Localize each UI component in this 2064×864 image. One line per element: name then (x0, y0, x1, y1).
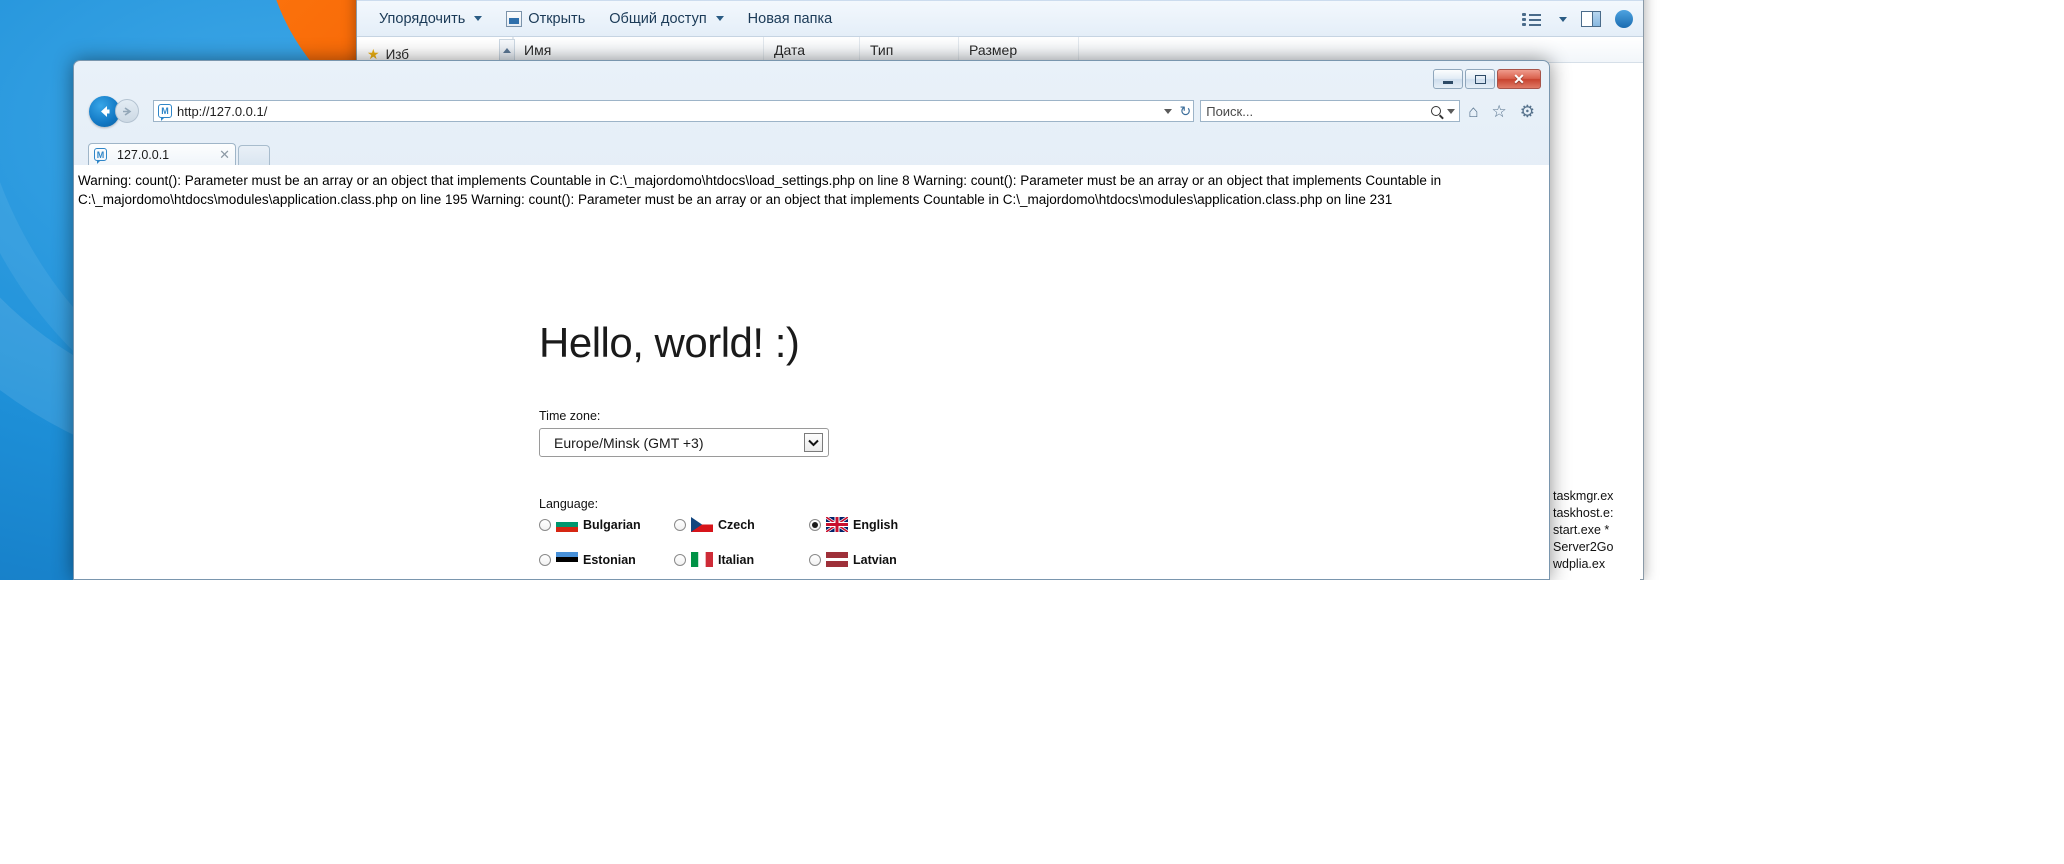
refresh-icon[interactable]: ↻ (1179, 103, 1191, 120)
explorer-share-label: Общий доступ (609, 10, 707, 27)
flag-bulgaria-icon (556, 517, 578, 532)
search-dropdown-icon[interactable] (1447, 108, 1456, 114)
language-name-czech: Czech (718, 517, 755, 532)
language-name-english: English (853, 517, 899, 532)
language-name-estonian: Estonian (583, 552, 636, 567)
tab-title: 127.0.0.1 (117, 147, 170, 162)
minimize-button[interactable] (1433, 69, 1463, 89)
help-icon[interactable] (1615, 10, 1633, 28)
close-icon: ✕ (1513, 71, 1525, 87)
settings-form: Hello, world! :) Time zone: Europe/Minsk… (74, 319, 1549, 567)
settings-gear-icon[interactable]: ⚙ (1520, 103, 1535, 120)
browser-toolbar-icons: ⌂ ☆ ⚙ (1468, 103, 1535, 120)
process-row[interactable]: start.exe * (1553, 522, 1640, 539)
process-row[interactable]: Server2Go (1553, 539, 1640, 556)
flag-estonia-icon (556, 552, 578, 567)
search-placeholder: Поиск... (1206, 103, 1254, 119)
close-button[interactable]: ✕ (1497, 69, 1541, 89)
process-row[interactable]: taskhost.e: (1553, 505, 1640, 522)
language-label: Language: (539, 497, 599, 511)
forward-button[interactable] (115, 99, 139, 123)
chevron-down-icon (715, 16, 724, 21)
language-option-estonian[interactable]: Estonian (539, 552, 674, 567)
explorer-open-label: Открыть (528, 10, 586, 27)
browser-tab[interactable]: M 127.0.0.1 ✕ (88, 143, 236, 165)
browser-tab-bar: M 127.0.0.1 ✕ (74, 139, 1549, 165)
address-dropdown-icon[interactable] (1164, 108, 1173, 114)
chevron-down-icon[interactable] (1559, 16, 1567, 22)
explorer-open-button[interactable]: Открыть (494, 7, 597, 31)
arrow-right-icon (122, 106, 131, 116)
search-input[interactable]: Поиск... (1200, 100, 1461, 122)
screenshot-blank-area (0, 580, 2064, 864)
radio-bulgarian[interactable] (539, 518, 551, 531)
process-list-panel[interactable]: taskmgr.ex taskhost.e: start.exe * Serve… (1548, 488, 1640, 580)
open-file-icon (506, 10, 523, 27)
column-header-type[interactable]: Тип (860, 36, 959, 63)
maximize-button[interactable] (1465, 69, 1495, 89)
radio-czech[interactable] (674, 518, 686, 531)
language-option-latvian[interactable]: Latvian (809, 552, 944, 567)
php-warning-text: Warning: count(): Parameter must be an a… (78, 173, 1442, 207)
column-header-date[interactable]: Дата изменения (764, 36, 860, 84)
radio-latvian[interactable] (809, 553, 821, 566)
maximize-icon (1474, 74, 1486, 84)
explorer-organize-label: Упорядочить (379, 10, 466, 27)
list-view-icon[interactable] (1522, 12, 1542, 26)
search-icon[interactable] (1431, 106, 1442, 116)
flag-czech-icon (691, 517, 713, 532)
site-favicon-icon: M (158, 104, 172, 121)
minimize-icon (1443, 80, 1453, 84)
language-option-english[interactable]: English (809, 517, 944, 532)
column-header-size[interactable]: Размер (959, 36, 1079, 63)
radio-english[interactable] (809, 518, 821, 531)
explorer-toolbar-right (1522, 1, 1633, 37)
flag-uk-icon (826, 517, 848, 532)
process-row[interactable]: taskmgr.ex (1553, 488, 1640, 505)
column-header-name[interactable]: Имя (514, 36, 764, 63)
explorer-new-folder-button[interactable]: Новая папка (736, 7, 845, 31)
language-option-italian[interactable]: Italian (674, 552, 809, 567)
timezone-label: Time zone: (539, 409, 601, 423)
chevron-down-icon (804, 433, 823, 452)
explorer-organize-button[interactable]: Упорядочить (367, 7, 494, 31)
arrow-left-icon (101, 105, 110, 117)
language-name-latvian: Latvian (853, 552, 897, 567)
radio-estonian[interactable] (539, 553, 551, 566)
language-name-italian: Italian (718, 552, 755, 567)
radio-italian[interactable] (674, 553, 686, 566)
chevron-down-icon (474, 16, 483, 21)
page-content: Warning: count(): Parameter must be an a… (74, 165, 1549, 579)
timezone-select[interactable]: Europe/Minsk (GMT +3) (539, 428, 829, 457)
window-controls: ✕ (1433, 69, 1541, 89)
process-row[interactable]: wdplia.ex (1553, 556, 1640, 573)
explorer-share-button[interactable]: Общий доступ (597, 7, 735, 31)
search-actions (1431, 101, 1456, 121)
flag-latvia-icon (826, 552, 848, 567)
address-bar[interactable]: M http://127.0.0.1/ ↻ (153, 100, 1195, 122)
triangle-up-icon (503, 47, 511, 53)
browser-window[interactable]: ✕ M http://127.0.0.1/ ↻ Поиск... ⌂ ☆ ⚙ M… (73, 60, 1550, 580)
address-url-text: http://127.0.0.1/ (177, 103, 268, 119)
tab-favicon-icon: M (94, 148, 107, 164)
browser-navigation-bar: M http://127.0.0.1/ ↻ Поиск... ⌂ ☆ ⚙ (74, 91, 1549, 131)
home-icon[interactable]: ⌂ (1468, 103, 1478, 120)
language-option-czech[interactable]: Czech (674, 517, 809, 532)
language-radio-group: Bulgarian Czech English Estonian Italian… (539, 517, 1549, 567)
favorites-star-icon[interactable]: ☆ (1492, 103, 1507, 120)
preview-pane-icon[interactable] (1581, 11, 1601, 27)
explorer-toolbar: Упорядочить Открыть Общий доступ Новая п… (357, 1, 1643, 37)
page-title: Hello, world! :) (539, 319, 800, 366)
timezone-value: Europe/Minsk (GMT +3) (554, 434, 704, 451)
tab-close-icon[interactable]: ✕ (219, 147, 230, 163)
explorer-new-folder-label: Новая папка (747, 10, 833, 27)
language-name-bulgarian: Bulgarian (583, 517, 641, 532)
language-option-bulgarian[interactable]: Bulgarian (539, 517, 674, 532)
explorer-scroll-up-button[interactable] (499, 39, 515, 61)
flag-italy-icon (691, 552, 713, 567)
new-tab-button[interactable] (238, 145, 270, 165)
address-bar-actions: ↻ (1164, 101, 1191, 121)
